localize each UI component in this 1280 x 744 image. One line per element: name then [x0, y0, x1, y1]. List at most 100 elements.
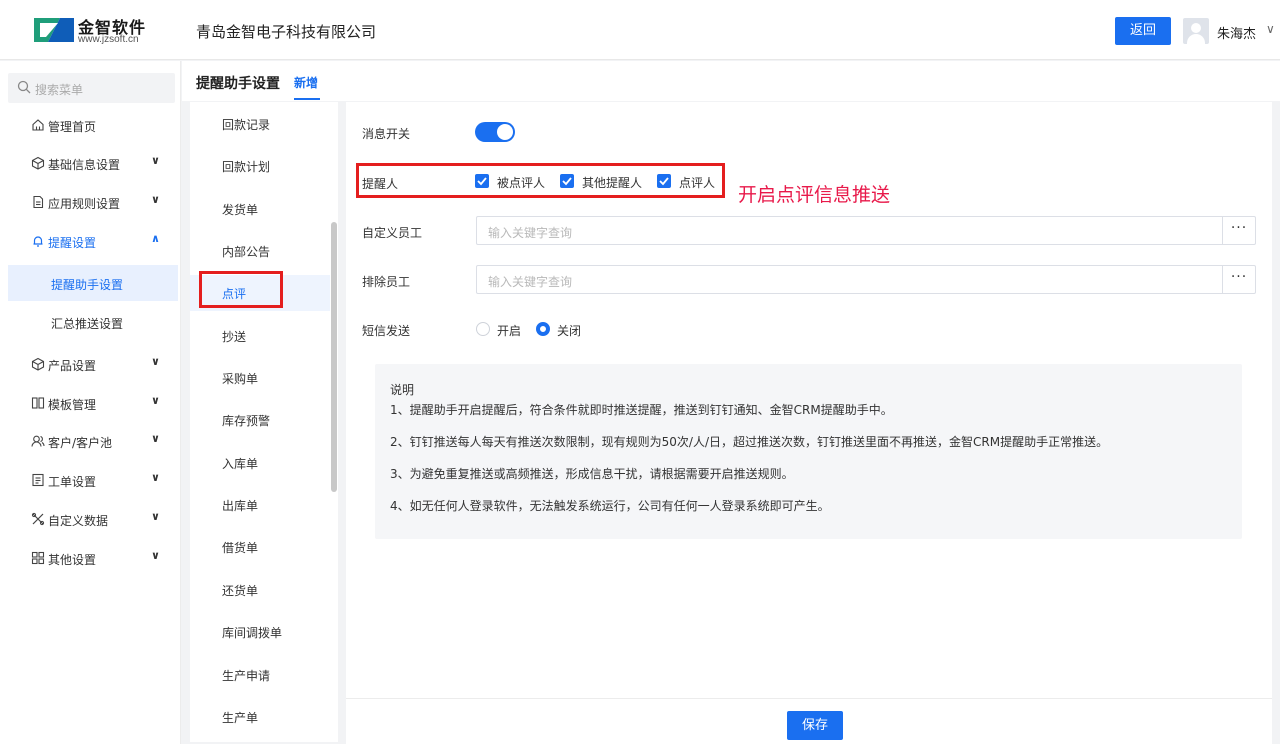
doc-item[interactable]: 抄送 — [190, 318, 330, 354]
avatar[interactable] — [1183, 18, 1209, 44]
sidebar-item-label: 产品设置 — [48, 359, 97, 373]
logo-url: www.jzsoft.cn — [78, 34, 139, 45]
highlight-box-recipients — [356, 163, 725, 198]
sidebar-item-ticket[interactable]: 工单设置 ∨ — [0, 463, 181, 497]
chevron-down-icon: ∨ — [151, 549, 160, 562]
custom-employee-more-button[interactable]: ··· — [1222, 216, 1256, 245]
sms-on-radio[interactable] — [476, 322, 490, 336]
logo[interactable]: 金智软件 www.jzsoft.cn — [34, 12, 164, 48]
customer-icon — [31, 435, 45, 447]
username[interactable]: 朱海杰 — [1217, 23, 1256, 42]
sidebar-item-label: 管理首页 — [48, 120, 97, 134]
switch-knob — [497, 124, 513, 140]
radio-label: 开启 — [497, 324, 522, 338]
sidebar-subitem-summary-push[interactable]: 汇总推送设置 — [8, 304, 178, 340]
exclude-employee-input[interactable]: 输入关键字查询 — [476, 265, 1223, 294]
doc-item[interactable]: 入库单 — [190, 445, 330, 481]
doc-type-list: 回款记录 回款计划 发货单 内部公告 点评 抄送 采购单 库存预警 入库单 出库… — [190, 102, 338, 742]
sidebar-item-other[interactable]: 其他设置 ∨ — [0, 541, 181, 575]
sms-off-radio[interactable] — [536, 322, 550, 336]
sidebar-item-basic-info[interactable]: 基础信息设置 ∨ — [0, 146, 181, 180]
doc-item-label: 采购单 — [222, 372, 259, 386]
search-input[interactable]: 搜索菜单 — [8, 73, 175, 103]
notes-title: 说明 — [390, 383, 415, 397]
exclude-employee-label: 排除员工 — [362, 275, 411, 289]
sidebar-item-label: 客户/客户池 — [48, 436, 113, 450]
sidebar-subitem-label: 汇总推送设置 — [51, 317, 124, 331]
doc-item-label: 生产申请 — [222, 669, 271, 683]
sidebar-item-label: 工单设置 — [48, 475, 97, 489]
sidebar-item-reminder[interactable]: 提醒设置 ∧ — [0, 224, 181, 258]
sidebar-item-app-rules[interactable]: 应用规则设置 ∨ — [0, 185, 181, 219]
doc-item-label: 借货单 — [222, 541, 259, 555]
notes-line: 2、钉钉推送每人每天有推送次数限制，现有规则为50次/人/日，超过推送次数，钉钉… — [390, 435, 1109, 449]
doc-item[interactable]: 库存预警 — [190, 402, 330, 438]
input-placeholder: 输入关键字查询 — [488, 226, 573, 240]
doc-item-label: 生产单 — [222, 711, 259, 725]
doc-item-label: 回款计划 — [222, 160, 271, 174]
sms-label: 短信发送 — [362, 324, 411, 338]
grid-icon — [31, 551, 45, 565]
doc-item-label: 入库单 — [222, 457, 259, 471]
page-title: 提醒助手设置 — [196, 76, 280, 92]
cube-icon — [31, 156, 45, 170]
tools-icon — [31, 512, 45, 526]
doc-item[interactable]: 出库单 — [190, 487, 330, 523]
doc-item[interactable]: 生产单 — [190, 699, 330, 735]
doc-item[interactable]: 回款计划 — [190, 148, 330, 184]
doc-item-label: 回款记录 — [222, 118, 271, 132]
doc-item[interactable]: 采购单 — [190, 360, 330, 396]
chevron-down-icon[interactable]: ∨ — [1266, 22, 1275, 36]
exclude-employee-more-button[interactable]: ··· — [1222, 265, 1256, 294]
ticket-icon — [32, 473, 44, 487]
sidebar-item-label: 基础信息设置 — [48, 158, 121, 172]
doc-item[interactable]: 内部公告 — [190, 233, 330, 269]
cube-icon — [31, 357, 45, 371]
sidebar-item-custom-data[interactable]: 自定义数据 ∨ — [0, 502, 181, 536]
doc-item[interactable]: 借货单 — [190, 529, 330, 565]
doc-list-scrollbar[interactable] — [331, 222, 337, 492]
chevron-down-icon: ∨ — [151, 355, 160, 368]
page-tab-bar: 提醒助手设置 新增 — [182, 61, 1280, 101]
doc-item-label: 还货单 — [222, 584, 259, 598]
tab-new[interactable]: 新增 — [294, 74, 318, 91]
doc-item[interactable]: 还货单 — [190, 572, 330, 608]
notes-line: 3、为避免重复推送或高频推送，形成信息干扰，请根据需要开启推送规则。 — [390, 467, 794, 481]
chevron-down-icon: ∨ — [151, 394, 160, 407]
message-switch[interactable] — [475, 122, 515, 142]
home-icon — [32, 119, 44, 131]
sidebar-item-template[interactable]: 模板管理 ∨ — [0, 386, 181, 420]
doc-item[interactable]: 回款记录 — [190, 106, 330, 142]
search-icon — [17, 80, 31, 94]
input-placeholder: 输入关键字查询 — [488, 275, 573, 289]
chevron-up-icon: ∧ — [151, 232, 160, 245]
custom-employee-input[interactable]: 输入关键字查询 — [476, 216, 1223, 245]
save-button[interactable]: 保存 — [787, 711, 843, 740]
sidebar-item-label: 其他设置 — [48, 553, 97, 567]
radio-label: 关闭 — [557, 324, 582, 338]
doc-item-label: 发货单 — [222, 203, 259, 217]
chevron-down-icon: ∨ — [151, 471, 160, 484]
template-icon — [31, 397, 45, 409]
doc-icon — [33, 195, 44, 209]
sidebar-subitem-reminder-assistant[interactable]: 提醒助手设置 — [8, 265, 178, 301]
bell-icon — [33, 236, 43, 247]
sidebar-item-customer[interactable]: 客户/客户池 ∨ — [0, 424, 181, 458]
doc-item[interactable]: 生产申请 — [190, 657, 330, 693]
switch-label: 消息开关 — [362, 127, 411, 141]
annotation-text: 开启点评信息推送 — [738, 184, 891, 206]
doc-item-label: 内部公告 — [222, 245, 271, 259]
back-button[interactable]: 返回 — [1115, 17, 1171, 45]
doc-item[interactable]: 发货单 — [190, 191, 330, 227]
chevron-down-icon: ∨ — [151, 154, 160, 167]
doc-item[interactable]: 库间调拨单 — [190, 614, 330, 650]
chevron-down-icon: ∨ — [151, 432, 160, 445]
app-header: 金智软件 www.jzsoft.cn 青岛金智电子科技有限公司 返回 朱海杰 ∨ — [0, 0, 1280, 60]
sidebar-item-label: 模板管理 — [48, 398, 97, 412]
chevron-down-icon: ∨ — [151, 193, 160, 206]
sidebar-item-home[interactable]: 管理首页 — [0, 108, 181, 142]
notes-line: 1、提醒助手开启提醒后，符合条件就即时推送提醒，推送到钉钉通知、金智CRM提醒助… — [390, 403, 893, 417]
custom-employee-label: 自定义员工 — [362, 226, 423, 240]
sidebar-item-product[interactable]: 产品设置 ∨ — [0, 347, 181, 381]
sidebar-item-label: 应用规则设置 — [48, 197, 121, 211]
